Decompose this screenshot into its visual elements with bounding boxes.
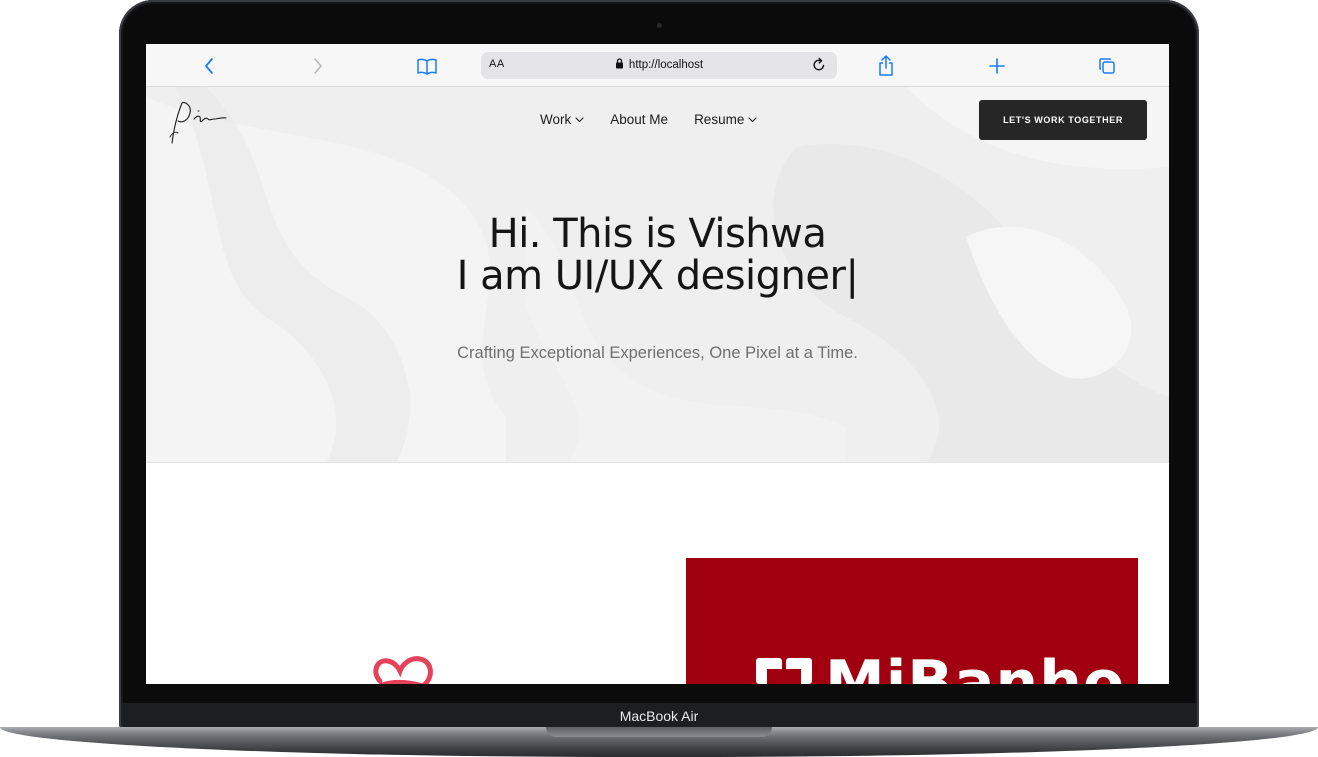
nav-resume[interactable]: Resume <box>694 112 757 127</box>
nav-work-label: Work <box>540 112 572 127</box>
hero-subtitle: Crafting Exceptional Experiences, One Pi… <box>457 344 858 362</box>
device-label: MacBook Air <box>619 708 699 724</box>
camera-icon <box>657 23 662 28</box>
website: Work About Me Resume LET'S WORK TOGETHER… <box>146 87 1169 684</box>
reload-icon <box>813 57 825 71</box>
nav-resume-label: Resume <box>694 112 745 127</box>
address-bar[interactable]: AA http://localhost <box>481 52 837 79</box>
cta-label: LET'S WORK TOGETHER <box>1003 115 1123 125</box>
hero-title: Hi. This is Vishwa I am UI/UX designer| <box>146 213 1169 297</box>
lock-icon <box>615 58 623 69</box>
signature-logo[interactable] <box>168 97 238 149</box>
screen: AA http://localhost Work About Me Resume… <box>146 44 1169 684</box>
tabs-button[interactable] <box>1094 53 1120 79</box>
hero-title-line-2: I am UI/UX designer| <box>456 253 859 299</box>
bookmarks-button[interactable] <box>414 53 440 79</box>
share-button[interactable] <box>873 53 899 79</box>
chevron-down-icon <box>575 116 584 122</box>
share-icon <box>879 55 893 76</box>
laptop-frame: MacBook Air AA http://localhost Work Abo… <box>0 0 1318 757</box>
tabs-icon <box>1099 58 1115 74</box>
heart-logo-icon[interactable] <box>370 651 440 684</box>
mibanho-wordmark: MiBanho <box>825 648 1126 684</box>
hero-section: Work About Me Resume LET'S WORK TOGETHER… <box>146 87 1169 463</box>
nav-about-me[interactable]: About Me <box>610 112 668 127</box>
project-card-mibanho[interactable]: MiBanho <box>686 558 1138 684</box>
forward-button[interactable] <box>305 53 331 79</box>
lets-work-together-button[interactable]: LET'S WORK TOGETHER <box>979 100 1147 140</box>
nav-work[interactable]: Work <box>540 112 584 127</box>
back-button[interactable] <box>196 53 222 79</box>
chevron-right-icon <box>314 58 322 74</box>
new-tab-button[interactable] <box>984 53 1010 79</box>
plus-icon <box>989 58 1005 74</box>
url-display[interactable]: http://localhost <box>481 58 837 71</box>
chevron-left-icon <box>205 58 213 74</box>
nav-about-label: About Me <box>610 112 669 127</box>
main-nav: Work About Me Resume <box>540 112 783 127</box>
mibanho-logo-icon <box>756 658 812 684</box>
chevron-down-icon <box>748 116 757 122</box>
hero-title-line-1: Hi. This is Vishwa <box>488 211 827 257</box>
url-text: http://localhost <box>628 59 704 71</box>
browser-toolbar: AA http://localhost <box>146 44 1169 87</box>
laptop-hinge-notch <box>546 727 772 737</box>
book-icon <box>417 58 437 75</box>
reload-button[interactable] <box>811 57 827 78</box>
